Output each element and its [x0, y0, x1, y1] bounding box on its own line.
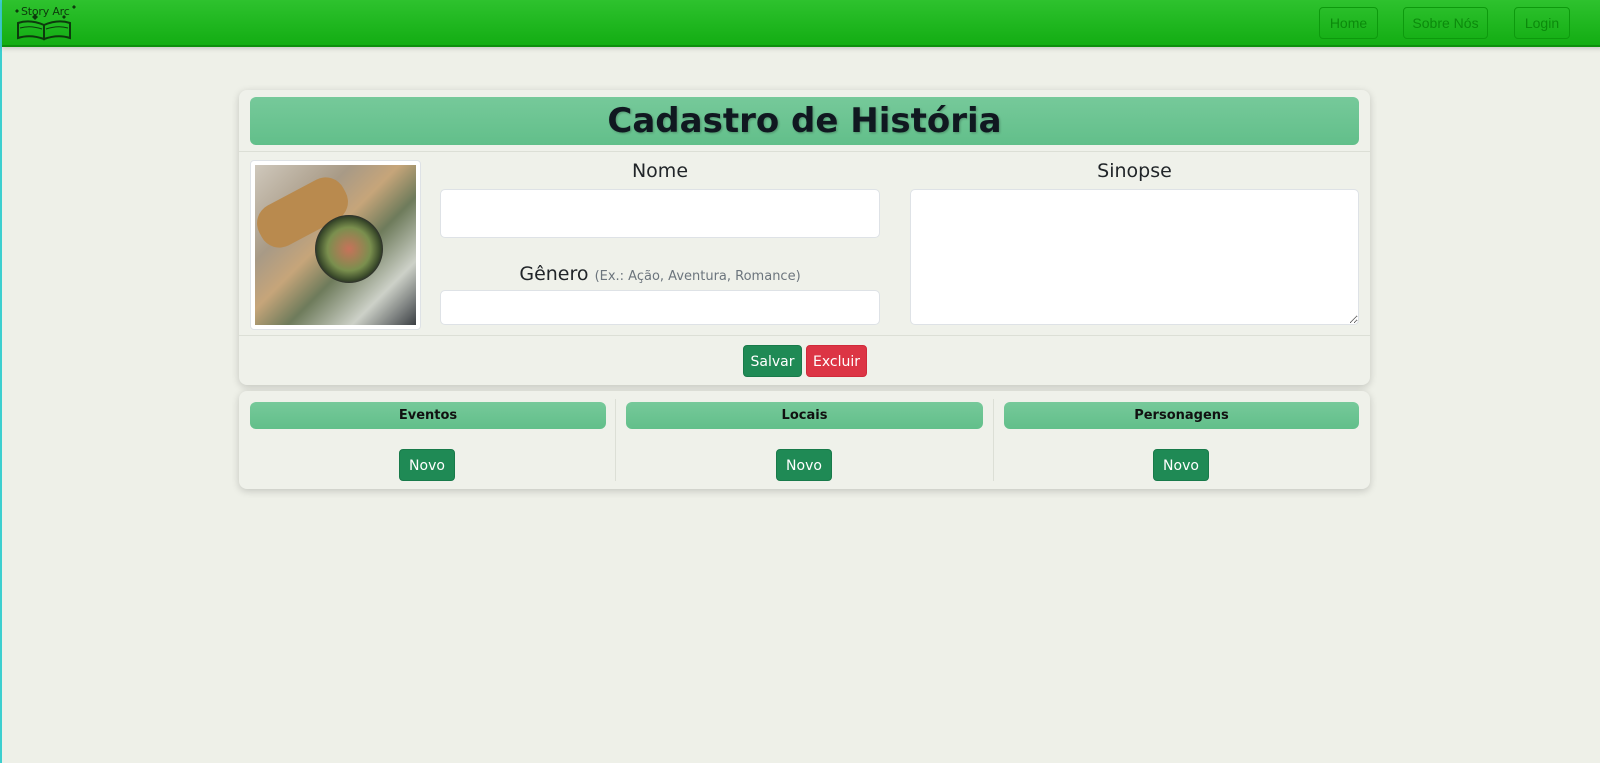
- new-local-button[interactable]: Novo: [776, 449, 832, 481]
- story-cover-image[interactable]: [250, 160, 421, 330]
- section-personagens-header: Personagens: [1004, 402, 1359, 429]
- nome-label: Nome: [631, 160, 689, 182]
- related-sections-card: Eventos Novo Locais Novo Personagens Nov…: [239, 391, 1370, 489]
- genero-input[interactable]: [440, 290, 880, 325]
- new-personagem-button[interactable]: Novo: [1153, 449, 1209, 481]
- column-divider: [615, 399, 616, 481]
- top-navbar: Story Arc Home Sobre Nós Login: [2, 0, 1600, 47]
- divider: [239, 335, 1370, 336]
- delete-button[interactable]: Excluir: [806, 345, 867, 377]
- section-eventos-header: Eventos: [250, 402, 606, 429]
- nav-home-button[interactable]: Home: [1319, 7, 1378, 39]
- nav-login-button[interactable]: Login: [1514, 7, 1570, 39]
- story-form-card: Cadastro de História Nome Gênero (Ex.: A…: [239, 90, 1370, 385]
- genero-label-group: Gênero (Ex.: Ação, Aventura, Romance): [440, 263, 880, 285]
- new-evento-button[interactable]: Novo: [399, 449, 455, 481]
- column-divider: [993, 399, 994, 481]
- nome-input[interactable]: [440, 189, 880, 238]
- genero-hint: (Ex.: Ação, Aventura, Romance): [594, 269, 801, 284]
- cover-photo: [255, 165, 416, 325]
- divider: [239, 151, 1370, 152]
- sinopse-label: Sinopse: [1097, 160, 1172, 182]
- section-locais-header: Locais: [626, 402, 983, 429]
- page-title: Cadastro de História: [250, 97, 1359, 145]
- genero-label: Gênero: [519, 263, 589, 285]
- sinopse-textarea[interactable]: [910, 189, 1359, 325]
- story-arc-logo[interactable]: Story Arc: [12, 3, 82, 43]
- salad-plate-shape: [315, 215, 383, 283]
- nav-sobre-nos-button[interactable]: Sobre Nós: [1403, 7, 1488, 39]
- save-button[interactable]: Salvar: [743, 345, 802, 377]
- logo-text: Story Arc: [21, 5, 70, 18]
